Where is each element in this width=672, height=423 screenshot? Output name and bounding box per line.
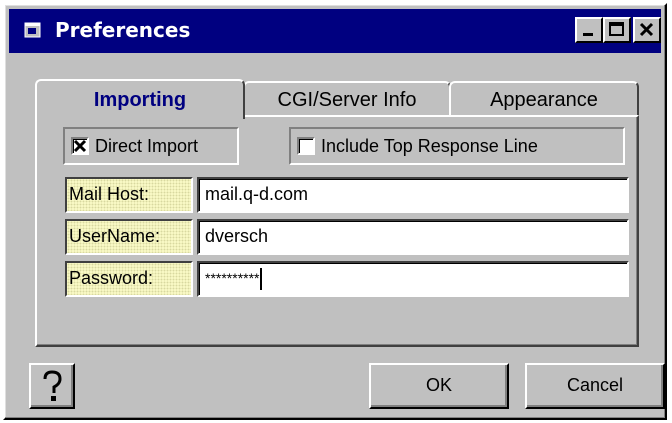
- mail-host-input[interactable]: mail.q-d.com: [197, 177, 629, 213]
- app-window-icon: [24, 22, 41, 38]
- password-masked-value: **********: [205, 270, 260, 286]
- password-label: Password:: [65, 261, 193, 297]
- help-icon: [43, 370, 62, 401]
- direct-import-checkbox[interactable]: [71, 137, 89, 155]
- text-caret: [260, 268, 263, 291]
- maximize-icon: [609, 22, 624, 36]
- mail-host-label: Mail Host:: [65, 177, 193, 213]
- maximize-button[interactable]: [603, 17, 631, 43]
- tab-cgi-server-info[interactable]: CGI/Server Info: [243, 81, 451, 115]
- window-title: Preferences: [55, 18, 191, 42]
- username-label: UserName:: [65, 219, 193, 255]
- title-bar[interactable]: Preferences: [9, 9, 661, 53]
- minimize-button[interactable]: [575, 17, 603, 43]
- include-top-response-checkbox[interactable]: [297, 137, 315, 155]
- help-button[interactable]: [29, 363, 75, 409]
- password-input[interactable]: **********: [197, 261, 629, 297]
- close-button[interactable]: [633, 17, 661, 43]
- username-input[interactable]: dversch: [197, 219, 629, 255]
- ok-button[interactable]: OK: [369, 363, 509, 409]
- cancel-button[interactable]: Cancel: [525, 363, 665, 409]
- include-top-response-option[interactable]: Include Top Response Line: [289, 127, 625, 165]
- close-icon: [639, 22, 654, 37]
- preferences-window: Preferences Importing CGI/Server Info Ap…: [3, 3, 667, 420]
- checkmark-x-icon: [73, 139, 87, 153]
- tab-importing[interactable]: Importing: [35, 79, 245, 119]
- tab-appearance[interactable]: Appearance: [449, 81, 639, 115]
- include-top-response-label: Include Top Response Line: [321, 135, 538, 156]
- direct-import-label: Direct Import: [95, 135, 199, 156]
- minimize-icon: [583, 33, 593, 36]
- direct-import-option[interactable]: Direct Import: [63, 127, 239, 165]
